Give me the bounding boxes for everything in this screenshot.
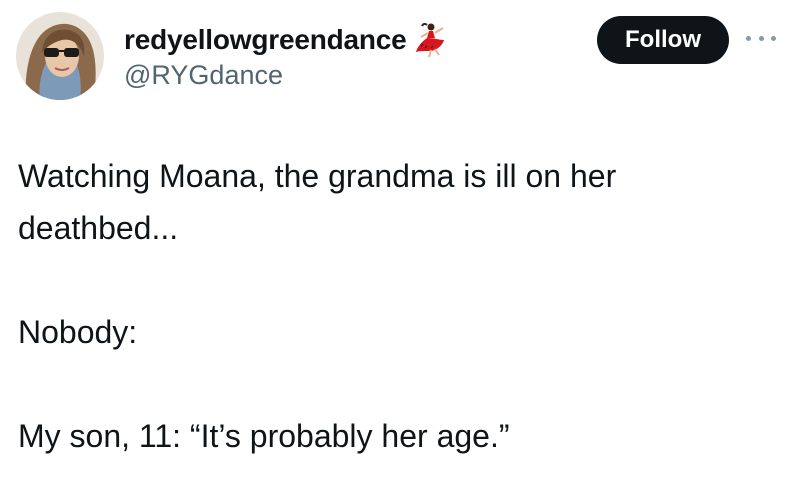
handle[interactable]: @RYGdance <box>124 60 447 91</box>
display-name-row: redyellowgreendance <box>124 22 447 58</box>
more-options-icon[interactable] <box>746 28 776 48</box>
tweet-line-nobody: Nobody: <box>18 314 138 350</box>
avatar[interactable] <box>16 12 104 100</box>
display-name[interactable]: redyellowgreendance <box>124 24 407 56</box>
author-block[interactable]: redyellowgreendance @RYGdance <box>124 22 447 91</box>
avatar-photo <box>16 12 104 100</box>
dot <box>758 35 764 41</box>
dot <box>771 35 776 41</box>
tweet-line-son: My son, 11: “It’s probably her age.” <box>18 418 510 454</box>
follow-button[interactable]: Follow <box>597 16 729 64</box>
dancer-emoji-icon <box>413 22 447 58</box>
tweet-text: Watching Moana, the grandma is ill on he… <box>18 150 778 462</box>
dot <box>746 35 751 41</box>
tweet-line-intro: Watching Moana, the grandma is ill on he… <box>18 158 617 246</box>
